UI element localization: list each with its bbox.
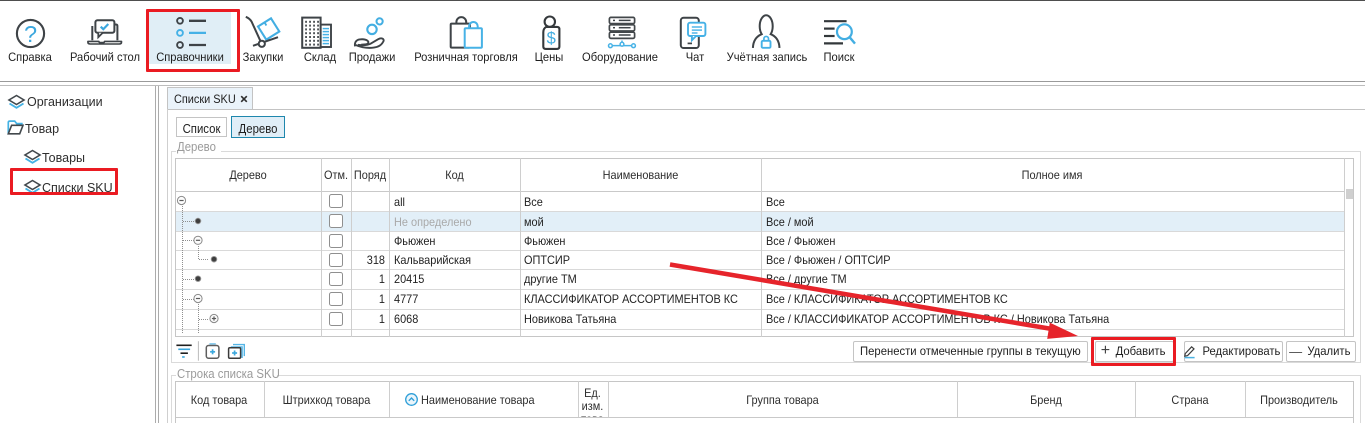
- svg-text:?: ?: [24, 21, 37, 47]
- svg-text:$: $: [547, 30, 556, 48]
